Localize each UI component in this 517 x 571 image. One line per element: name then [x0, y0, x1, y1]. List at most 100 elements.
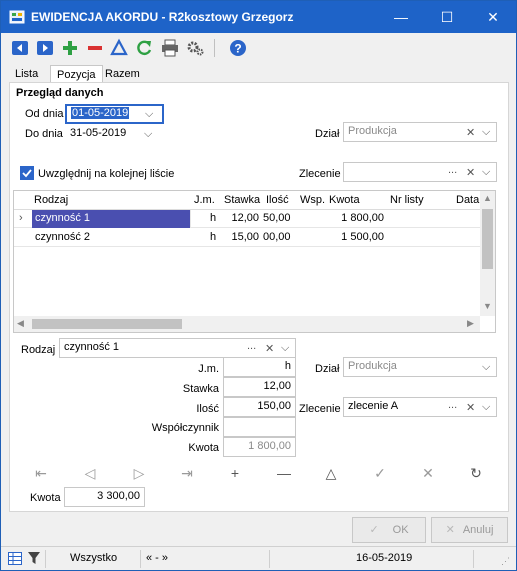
tab-razem[interactable]: Razem	[99, 65, 146, 83]
scroll-down-icon[interactable]: ▼	[480, 301, 495, 311]
minimize-button[interactable]: —	[378, 1, 424, 33]
col-kwota[interactable]: Kwota	[329, 194, 360, 206]
col-jm[interactable]: J.m.	[194, 194, 215, 206]
first-record-icon[interactable]: ⇤	[31, 464, 51, 482]
chevron-down-icon[interactable]: ⌵	[144, 128, 152, 141]
status-separator	[45, 550, 46, 568]
maximize-button[interactable]: ☐	[424, 1, 470, 33]
next-record-icon[interactable]: ▷	[129, 464, 149, 482]
tab-strip: Lista Pozycja Razem	[1, 63, 516, 84]
cancel-icon: ✕	[445, 524, 455, 536]
clear-icon[interactable]: ✕	[466, 401, 475, 414]
scroll-left-icon[interactable]: ◀	[17, 318, 24, 329]
zlecenie-filter-field[interactable]: ... ✕ ⌵	[343, 162, 497, 182]
dzial-filter-value: Produkcja	[348, 125, 397, 137]
chevron-down-icon[interactable]: ⌵	[482, 126, 490, 139]
resize-grip-icon[interactable]: ⋰	[501, 556, 510, 567]
next-record-icon[interactable]	[35, 38, 55, 58]
delete-record-icon[interactable]: —	[274, 464, 294, 482]
status-filter[interactable]: Wszystko	[70, 552, 117, 564]
chevron-down-icon[interactable]: ⌵	[145, 108, 153, 121]
stawka-field[interactable]: 12,00	[223, 377, 296, 397]
refresh-icon[interactable]	[134, 38, 154, 58]
chevron-down-icon[interactable]: ⌵	[482, 166, 490, 179]
previous-record-icon[interactable]	[10, 38, 30, 58]
rodzaj-value: czynność 1	[64, 341, 120, 353]
help-icon[interactable]: ?	[228, 38, 248, 58]
dzial-filter-field[interactable]: Produkcja ✕ ⌵	[343, 122, 497, 142]
edit-record-icon[interactable]: △	[321, 464, 341, 482]
horizontal-scrollbar[interactable]: ◀ ▶	[14, 316, 480, 332]
cell-jm: h	[210, 231, 217, 243]
col-data[interactable]: Data	[456, 194, 479, 206]
ok-button[interactable]: ✓ OK	[352, 517, 426, 543]
stawka-label: Stawka	[182, 383, 219, 395]
status-navigation[interactable]: « - »	[146, 552, 168, 564]
ellipsis-button[interactable]: ...	[247, 340, 256, 352]
settings-icon[interactable]	[185, 38, 205, 58]
post-record-icon[interactable]: ✓	[370, 464, 390, 482]
detail-dzial-field[interactable]: Produkcja ⌵	[343, 357, 497, 377]
rodzaj-label: Rodzaj	[21, 344, 56, 356]
checkbox-checked-icon[interactable]	[20, 166, 34, 180]
tab-lista[interactable]: Lista	[9, 65, 44, 83]
cell-rodzaj: czynność 2	[35, 231, 91, 243]
close-button[interactable]: ✕	[470, 1, 516, 33]
grid-icon[interactable]	[8, 552, 22, 565]
total-label: Kwota	[30, 492, 61, 504]
ellipsis-button[interactable]: ...	[448, 399, 457, 411]
filter-icon[interactable]	[28, 552, 40, 565]
clear-icon[interactable]: ✕	[466, 166, 475, 179]
print-icon[interactable]	[160, 38, 180, 58]
delete-icon[interactable]	[85, 38, 105, 58]
clear-icon[interactable]: ✕	[265, 342, 274, 355]
kwota-label: Kwota	[188, 442, 219, 454]
ilosc-field[interactable]: 150,00	[223, 397, 296, 417]
table-row[interactable]: czynność 2 h 15,00 00,00 1 500,00	[14, 229, 480, 247]
refresh-record-icon[interactable]: ↻	[466, 464, 486, 482]
edit-icon[interactable]	[109, 38, 129, 58]
window-title: EWIDENCJA AKORDU - R2kosztowy Grzegorz	[31, 10, 294, 24]
section-title: Przegląd danych	[16, 87, 104, 99]
vertical-scrollbar[interactable]: ▲ ▼	[480, 191, 495, 316]
chevron-down-icon[interactable]: ⌵	[482, 401, 490, 414]
jm-field[interactable]: h	[223, 357, 296, 377]
cell-rodzaj: czynność 1	[35, 212, 91, 224]
cell-ilosc: 50,00	[263, 212, 291, 224]
toolbar-separator	[214, 39, 215, 57]
scrollbar-thumb[interactable]	[482, 209, 493, 269]
to-date-value: 31-05-2019	[70, 127, 127, 139]
cell-kwota: 1 800,00	[341, 212, 384, 224]
col-stawka[interactable]: Stawka	[224, 194, 260, 206]
chevron-down-icon[interactable]: ⌵	[482, 361, 490, 374]
scrollbar-thumb[interactable]	[32, 319, 182, 329]
table-row[interactable]: › czynność 1 h 12,00 50,00 1 800,00	[14, 210, 480, 228]
col-wsp[interactable]: Wsp.	[300, 194, 325, 206]
col-ilosc[interactable]: Ilość	[266, 194, 289, 206]
prev-record-icon[interactable]: ◁	[80, 464, 100, 482]
from-date-label: Od dnia	[25, 108, 64, 120]
wspolczynnik-field[interactable]	[223, 417, 296, 437]
scroll-up-icon[interactable]: ▲	[480, 193, 495, 203]
items-grid: Rodzaj J.m. Stawka Ilość Wsp. Kwota Nr l…	[13, 190, 496, 333]
cancel-button[interactable]: ✕ Anuluj	[431, 517, 508, 543]
col-rodzaj[interactable]: Rodzaj	[34, 194, 68, 206]
clear-icon[interactable]: ✕	[466, 126, 475, 139]
last-record-icon[interactable]: ⇥	[177, 464, 197, 482]
wspolczynnik-label: Współczynnik	[151, 422, 219, 434]
toolbar: ?	[1, 33, 516, 63]
col-nr-listy[interactable]: Nr listy	[390, 194, 424, 206]
scroll-right-icon[interactable]: ▶	[467, 318, 474, 329]
ellipsis-button[interactable]: ...	[448, 164, 457, 176]
jm-label: J.m.	[198, 363, 219, 375]
from-date-field[interactable]: 01-05-2019 ⌵	[65, 104, 164, 124]
rodzaj-field[interactable]: czynność 1 ... ✕ ⌵	[59, 338, 296, 358]
cancel-record-icon[interactable]: ✕	[418, 464, 438, 482]
insert-record-icon[interactable]: +	[225, 464, 245, 482]
add-icon[interactable]	[60, 38, 80, 58]
cell-stawka: 15,00	[231, 231, 259, 243]
chevron-down-icon[interactable]: ⌵	[281, 342, 289, 355]
detail-zlecenie-field[interactable]: zlecenie A ... ✕ ⌵	[343, 397, 497, 417]
to-date-field[interactable]: 31-05-2019 ⌵	[65, 124, 164, 144]
checkbox-label[interactable]: Uwzględnij na kolejnej liście	[38, 168, 174, 180]
